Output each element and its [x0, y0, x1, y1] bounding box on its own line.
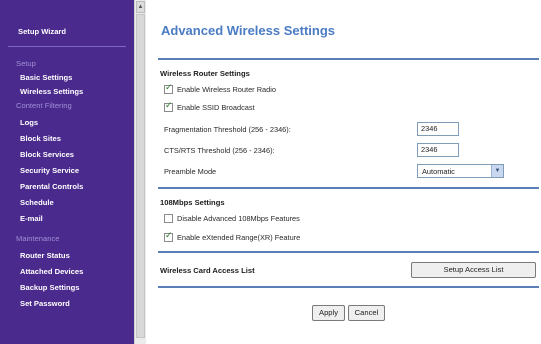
- sidebar-item-attached-devices[interactable]: Attached Devices: [0, 266, 134, 277]
- 108mbps-settings-heading: 108Mbps Settings: [160, 198, 225, 207]
- section-divider: [158, 251, 539, 253]
- setup-access-list-button[interactable]: Setup Access List: [411, 262, 536, 278]
- enable-radio-checkbox[interactable]: [164, 83, 173, 94]
- sidebar-item-security-service[interactable]: Security Service: [0, 165, 134, 176]
- page-title: Advanced Wireless Settings: [161, 23, 335, 38]
- sidebar-item-set-password[interactable]: Set Password: [0, 298, 134, 309]
- preamble-mode-label: Preamble Mode: [164, 167, 217, 176]
- sidebar-item-block-sites[interactable]: Block Sites: [0, 133, 134, 144]
- enable-radio-label: Enable Wireless Router Radio: [177, 85, 276, 94]
- cts-rts-threshold-input[interactable]: 2346: [417, 143, 459, 157]
- sidebar-item-basic-settings[interactable]: Basic Settings: [0, 72, 134, 83]
- wireless-router-settings-heading: Wireless Router Settings: [160, 69, 250, 78]
- disable-108mbps-checkbox[interactable]: [164, 214, 173, 223]
- cts-rts-threshold-label: CTS/RTS Threshold (256 - 2346):: [164, 146, 275, 155]
- sidebar-nav: Setup Wizard Setup Basic Settings Wirele…: [0, 0, 134, 344]
- scroll-up-arrow-icon[interactable]: ▲: [136, 1, 145, 13]
- sidebar-item-logs[interactable]: Logs: [0, 117, 134, 128]
- sidebar-divider: [8, 46, 126, 47]
- sidebar-item-setup-wizard[interactable]: Setup Wizard: [0, 26, 134, 37]
- sidebar-item-parental-controls[interactable]: Parental Controls: [0, 181, 134, 192]
- preamble-mode-value: Automatic: [422, 167, 455, 176]
- extended-range-label: Enable eXtended Range(XR) Feature: [177, 233, 301, 242]
- sidebar-item-schedule[interactable]: Schedule: [0, 197, 134, 208]
- preamble-mode-select[interactable]: Automatic ▼: [417, 164, 504, 178]
- sidebar-scrollbar[interactable]: ▲: [134, 0, 146, 344]
- extended-range-checkbox[interactable]: [164, 231, 173, 242]
- settings-panel: Advanced Wireless Settings Wireless Rout…: [146, 0, 541, 344]
- chevron-down-icon[interactable]: ▼: [491, 165, 503, 177]
- section-divider: [158, 286, 539, 288]
- disable-108mbps-label: Disable Advanced 108Mbps Features: [177, 214, 300, 223]
- apply-button[interactable]: Apply: [312, 305, 345, 321]
- sidebar-item-wireless-settings[interactable]: Wireless Settings: [0, 86, 134, 97]
- sidebar-item-block-services[interactable]: Block Services: [0, 149, 134, 160]
- sidebar-item-backup-settings[interactable]: Backup Settings: [0, 282, 134, 293]
- title-divider: [158, 58, 539, 60]
- sidebar-section-content-filtering: Content Filtering: [16, 101, 72, 110]
- enable-ssid-checkbox[interactable]: [164, 101, 173, 112]
- enable-ssid-label: Enable SSID Broadcast: [177, 103, 255, 112]
- sidebar-item-email[interactable]: E-mail: [0, 213, 134, 224]
- scroll-thumb[interactable]: [136, 14, 145, 338]
- section-divider: [158, 187, 539, 189]
- sidebar-item-router-status[interactable]: Router Status: [0, 250, 134, 261]
- sidebar-section-maintenance: Maintenance: [16, 234, 60, 243]
- fragmentation-threshold-input[interactable]: 2346: [417, 122, 459, 136]
- fragmentation-threshold-label: Fragmentation Threshold (256 - 2346):: [164, 125, 291, 134]
- cancel-button[interactable]: Cancel: [348, 305, 385, 321]
- sidebar-section-setup: Setup: [16, 59, 36, 68]
- access-list-label: Wireless Card Access List: [160, 266, 255, 275]
